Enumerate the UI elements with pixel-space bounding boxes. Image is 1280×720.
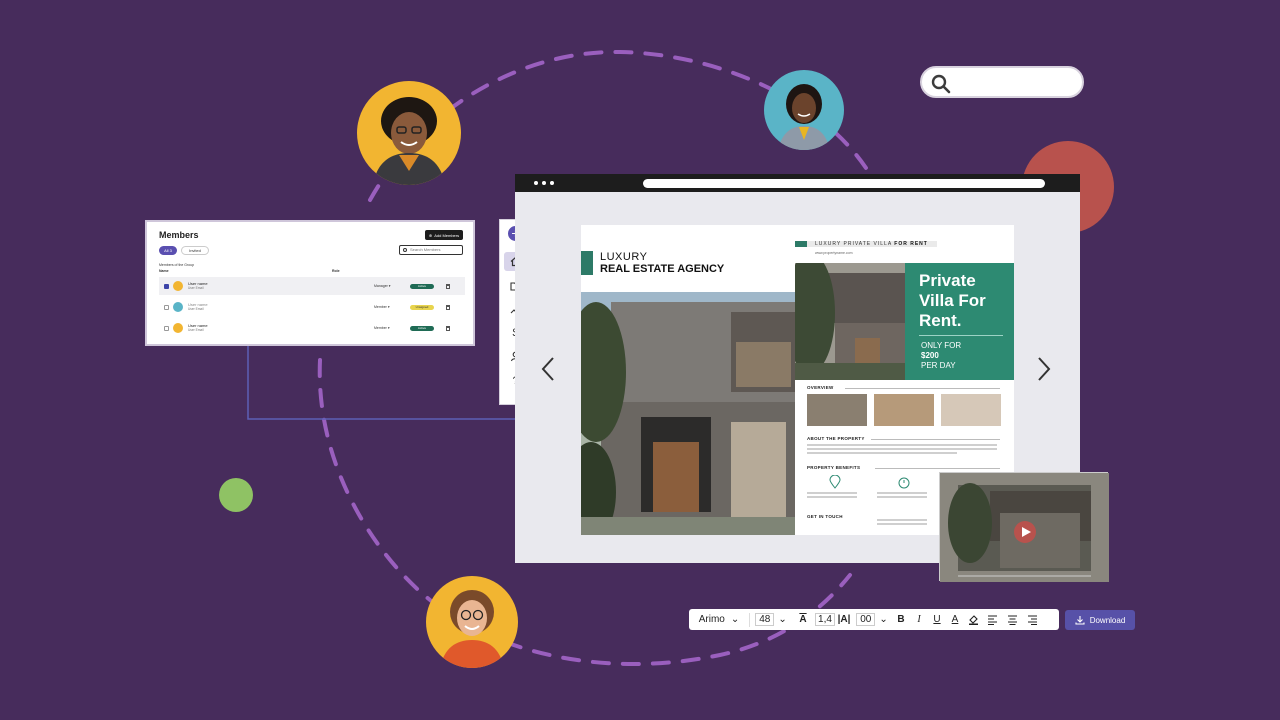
window-dot — [542, 181, 546, 185]
brochure-title-line1: LUXURY — [600, 251, 648, 263]
chevron-down-icon: ⌄ — [778, 614, 787, 625]
members-search-input[interactable]: Search Members — [399, 245, 463, 255]
brochure-website: www.propertyname.com — [815, 251, 853, 255]
line-height-icon[interactable]: A — [792, 614, 814, 625]
location-pin-icon — [829, 475, 841, 489]
house-photo — [581, 292, 795, 535]
headline-box: Private Villa For Rent. ONLY FOR $200 PE… — [905, 263, 1014, 380]
video-preview[interactable] — [939, 472, 1109, 582]
fill-color-icon[interactable] — [964, 614, 982, 625]
font-size-select[interactable]: 48 ⌄ — [750, 613, 792, 626]
align-center-icon[interactable] — [1002, 614, 1022, 625]
overview-photo — [941, 394, 1001, 426]
add-members-button[interactable]: ⊕ Add Members — [425, 230, 463, 240]
tab-all[interactable]: All 3 — [159, 246, 177, 255]
headline: Private Villa For Rent. — [919, 271, 986, 330]
line-height-value[interactable]: 1,4 — [814, 613, 836, 626]
trash-icon[interactable] — [446, 304, 450, 310]
row-checkbox[interactable] — [164, 283, 169, 289]
column-header-name: Name — [159, 269, 169, 273]
row-checkbox[interactable] — [164, 304, 169, 310]
browser-titlebar — [515, 174, 1080, 192]
status-badge: Active — [410, 283, 434, 289]
role-select[interactable]: Manager ▾ — [374, 284, 410, 288]
search-input[interactable] — [920, 66, 1084, 98]
avatar-woman-bottom — [426, 576, 518, 668]
table-row[interactable]: User name User Email Member ▾ Unsigned — [159, 298, 465, 316]
window-dot — [550, 181, 554, 185]
members-panel: Members ⊕ Add Members All 3 Invited Sear… — [145, 220, 475, 346]
text-color-icon[interactable]: A — [946, 614, 964, 625]
overview-photo — [807, 394, 867, 426]
section-benefits: PROPERTY BENEFITS — [807, 465, 861, 470]
table-row[interactable]: User name User Email Manager ▾ Active — [159, 277, 465, 295]
user-email: User Email — [188, 286, 204, 290]
trash-icon[interactable] — [446, 283, 450, 289]
status-badge: Active — [410, 325, 434, 331]
overview-photo — [874, 394, 934, 426]
column-header-role: Role — [332, 269, 340, 273]
avatar — [173, 302, 183, 312]
avatar — [173, 281, 183, 291]
brochure-left-page: LUXURY REAL ESTATE AGENCY — [581, 225, 795, 535]
play-icon[interactable] — [1013, 520, 1037, 544]
decor-green-circle — [219, 478, 253, 512]
align-left-icon[interactable] — [982, 614, 1002, 625]
tab-invited[interactable]: Invited — [181, 246, 209, 255]
chevron-left-icon[interactable] — [540, 356, 556, 382]
price-block: ONLY FOR $200 PER DAY — [921, 341, 962, 370]
trash-icon[interactable] — [446, 325, 450, 331]
download-icon — [1075, 616, 1085, 625]
brochure-header: LUXURY PRIVATE VILLA FOR RENT — [815, 241, 928, 247]
bold-button[interactable]: B — [892, 614, 910, 625]
underline-button[interactable]: U — [928, 614, 946, 625]
letter-spacing-select[interactable]: 00 ⌄ — [852, 613, 892, 626]
align-right-icon[interactable] — [1022, 614, 1042, 625]
window-dot — [534, 181, 538, 185]
status-badge: Unsigned — [410, 304, 434, 310]
row-checkbox[interactable] — [164, 325, 169, 331]
role-select[interactable]: Member ▾ — [374, 326, 410, 330]
italic-button[interactable]: I — [910, 614, 928, 625]
role-select[interactable]: Member ▾ — [374, 305, 410, 309]
section-overview: OVERVIEW — [807, 385, 834, 390]
font-select[interactable]: Arimo ⌄ — [689, 614, 749, 625]
user-email: User Email — [188, 307, 204, 311]
download-button[interactable]: Download — [1065, 610, 1135, 630]
chevron-down-icon: ⌄ — [730, 614, 740, 625]
avatar-woman-top — [764, 70, 844, 150]
section-contact: GET IN TOUCH — [807, 514, 843, 519]
address-bar[interactable] — [643, 179, 1045, 188]
letter-spacing-icon[interactable]: |A| — [836, 614, 852, 625]
accent-bar — [581, 251, 593, 275]
stopwatch-icon — [898, 477, 910, 489]
chevron-down-icon: ⌄ — [879, 614, 888, 625]
members-title: Members — [159, 230, 199, 240]
search-icon — [931, 74, 951, 94]
add-user-icon: ⊕ — [428, 232, 433, 238]
group-label: Members of the Group — [159, 263, 195, 267]
brochure-title-line2: REAL ESTATE AGENCY — [600, 263, 725, 275]
table-row[interactable]: User name User Email Member ▾ Active — [159, 319, 465, 337]
format-toolbar: Arimo ⌄ 48 ⌄ A 1,4 |A| 00 ⌄ B I U A — [689, 609, 1059, 630]
avatar — [173, 323, 183, 333]
user-email: User Email — [188, 328, 204, 332]
villa-photo — [795, 263, 905, 380]
avatar-man — [357, 81, 461, 185]
search-icon — [403, 248, 407, 252]
chevron-right-icon[interactable] — [1036, 356, 1052, 382]
section-about: ABOUT THE PROPERTY — [807, 436, 865, 441]
